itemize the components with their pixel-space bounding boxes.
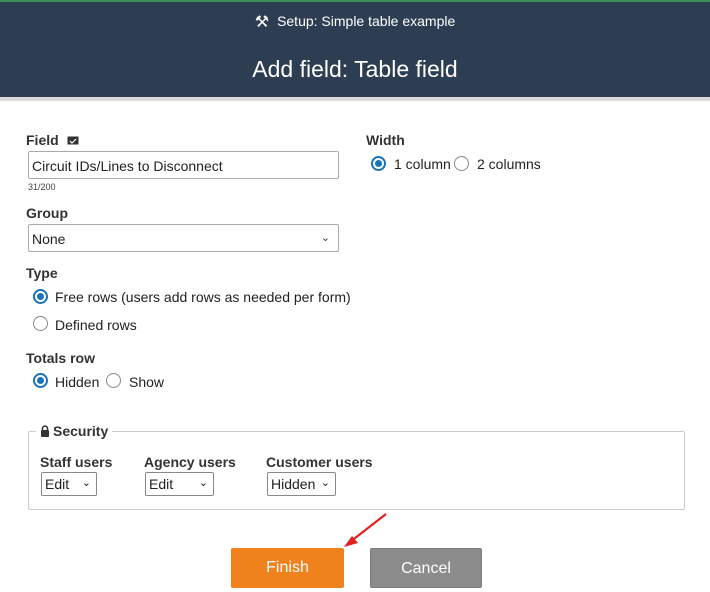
- totals-hidden-radio[interactable]: [33, 373, 48, 388]
- staff-users-value: Edit: [45, 476, 70, 492]
- field-tag-icon: [67, 136, 79, 145]
- cancel-button[interactable]: Cancel: [370, 548, 482, 588]
- totals-hidden-label: Hidden: [55, 374, 100, 390]
- page-title: Add field: Table field: [252, 56, 458, 82]
- group-label: Group: [26, 205, 68, 221]
- finish-button[interactable]: Finish: [231, 548, 344, 588]
- tools-icon: ⚒: [254, 14, 270, 31]
- width-1-column-label: 1 column: [394, 156, 451, 172]
- totals-show-radio[interactable]: [106, 373, 121, 388]
- type-label: Type: [26, 265, 58, 281]
- chevron-down-icon: ⌄: [320, 477, 330, 489]
- field-label-text: Field: [26, 132, 59, 148]
- group-select[interactable]: None ⌄: [28, 224, 339, 252]
- chevron-down-icon: ⌄: [198, 477, 208, 489]
- agency-users-select[interactable]: Edit ⌄: [145, 472, 214, 496]
- customer-users-select[interactable]: Hidden ⌄: [267, 472, 336, 496]
- totals-show-label: Show: [129, 374, 165, 390]
- agency-users-value: Edit: [149, 476, 174, 492]
- type-defined-rows-label: Defined rows: [55, 317, 137, 333]
- field-name-input[interactable]: Circuit IDs/Lines to Disconnect: [28, 151, 339, 179]
- width-2-columns-radio[interactable]: [454, 156, 469, 171]
- staff-users-label: Staff users: [40, 454, 113, 470]
- group-select-value: None: [32, 231, 66, 247]
- chevron-down-icon: ⌄: [320, 232, 330, 244]
- customer-users-label: Customer users: [266, 454, 373, 470]
- totals-row-label: Totals row: [26, 350, 95, 366]
- type-free-rows-radio[interactable]: [33, 289, 48, 304]
- setup-subtitle: Setup: Simple table example: [277, 13, 456, 29]
- field-label: Field: [26, 132, 79, 148]
- width-label: Width: [366, 132, 405, 148]
- customer-users-value: Hidden: [271, 476, 316, 492]
- security-legend-text: Security: [53, 423, 109, 439]
- chevron-down-icon: ⌄: [81, 477, 91, 489]
- lock-icon: [41, 425, 49, 437]
- field-char-counter: 31/200: [28, 182, 56, 192]
- page-header: ⚒ Setup: Simple table example Add field: …: [0, 0, 710, 97]
- type-defined-rows-radio[interactable]: [33, 316, 48, 331]
- header-divider: [0, 97, 710, 101]
- width-1-column-radio[interactable]: [371, 156, 386, 171]
- type-free-rows-label: Free rows (users add rows as needed per …: [55, 289, 351, 305]
- security-section: [28, 431, 685, 510]
- width-2-columns-label: 2 columns: [477, 156, 541, 172]
- setup-breadcrumb: ⚒ Setup: Simple table example: [0, 12, 710, 32]
- security-legend: Security: [36, 423, 113, 439]
- agency-users-label: Agency users: [144, 454, 236, 470]
- staff-users-select[interactable]: Edit ⌄: [41, 472, 97, 496]
